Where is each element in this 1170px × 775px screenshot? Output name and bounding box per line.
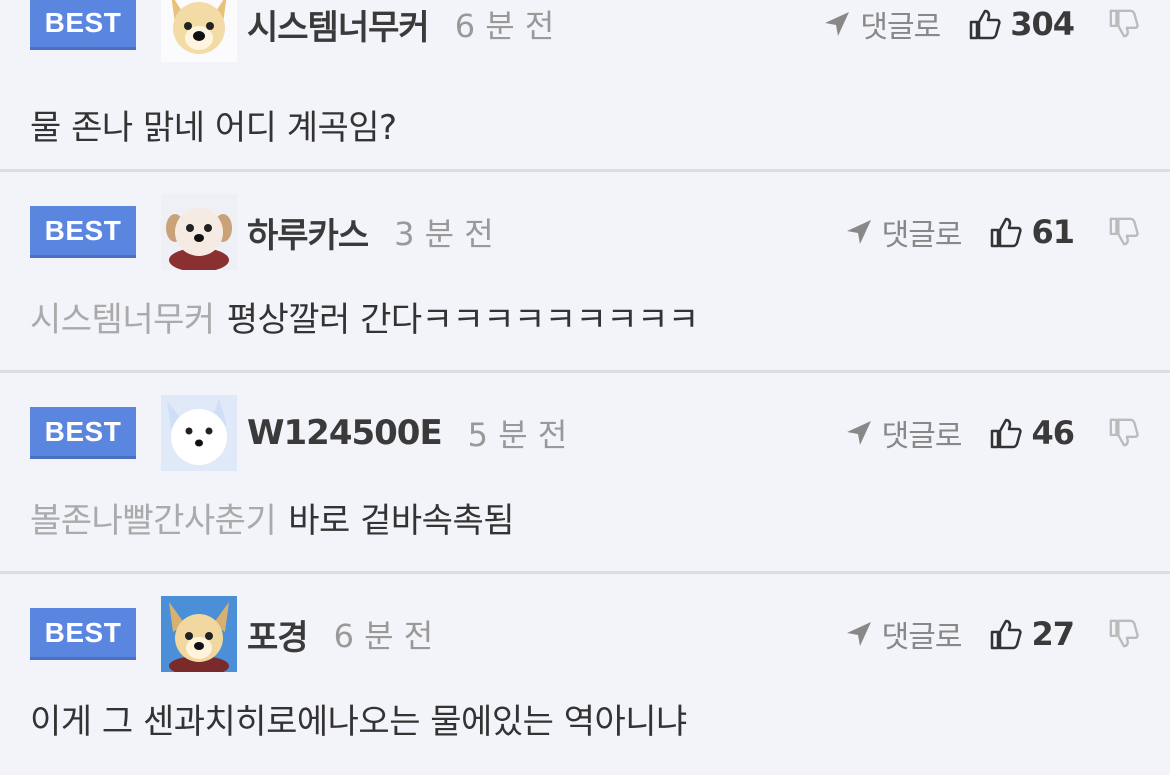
like-count: 304 [1010, 5, 1075, 43]
thumbs-up-icon [991, 217, 1023, 248]
reply-label: 댓글로 [860, 10, 941, 45]
reply-label: 댓글로 [881, 620, 963, 655]
like-button[interactable]: 27 [989, 615, 1075, 653]
thumbs-down-icon [1109, 217, 1139, 246]
thumbs-down-icon [1109, 9, 1139, 38]
thumbs-up-icon [969, 9, 1001, 40]
comment-text: 바로 겉바속촉됨 [288, 501, 515, 541]
comment-item: BEST W124500E 5 분 전 댓글로 46 볼존나빨간사춘기 바로 겉… [0, 373, 1170, 574]
reply-button[interactable]: 댓글로 [844, 411, 962, 455]
timestamp: 6 분 전 [454, 7, 555, 45]
timestamp: 6 분 전 [333, 617, 434, 655]
nickname[interactable]: W124500E [247, 413, 443, 453]
comment-body: 볼존나빨간사춘기 바로 겉바속촉됨 [30, 493, 1140, 542]
dislike-button[interactable] [1108, 417, 1140, 449]
avatar[interactable] [161, 194, 237, 270]
comment-item: BEST 하루카스 3 분 전 댓글로 61 시스템너무커 평상깔러 간다ㅋㅋㅋ… [0, 172, 1170, 373]
like-button[interactable]: 61 [989, 213, 1075, 251]
reply-label: 댓글로 [881, 218, 963, 253]
avatar[interactable] [161, 395, 237, 471]
like-button[interactable]: 46 [989, 414, 1075, 452]
comment-header: BEST 시스템너무커 6 분 전 댓글로 304 [30, 0, 1140, 62]
reply-button[interactable]: 댓글로 [844, 210, 962, 254]
like-count: 46 [1031, 414, 1075, 452]
mention[interactable]: 볼존나빨간사춘기 [30, 501, 277, 541]
timestamp: 3 분 전 [394, 215, 494, 253]
timestamp: 5 분 전 [467, 416, 568, 454]
comment-body: 시스템너무커 평상깔러 간다ㅋㅋㅋㅋㅋㅋㅋㅋㅋ [30, 292, 1140, 341]
comment-body: 물 존나 맑네 어디 계곡임? [30, 100, 1140, 149]
comment-list: BEST 시스템너무커 6 분 전 댓글로 304 물 존나 맑네 어디 계곡임… [0, 0, 1170, 775]
best-badge: BEST [30, 206, 136, 258]
comment-text: 평상깔러 간다ㅋㅋㅋㅋㅋㅋㅋㅋㅋ [226, 300, 700, 340]
avatar[interactable] [161, 0, 237, 62]
reply-button[interactable]: 댓글로 [844, 612, 962, 656]
send-arrow-icon [846, 622, 871, 646]
comment-header: BEST 포경 6 분 전 댓글로 27 [30, 596, 1140, 672]
mention[interactable]: 시스템너무커 [30, 300, 215, 340]
nickname[interactable]: 시스템너무커 [247, 0, 430, 49]
send-arrow-icon [825, 12, 850, 36]
comment-header: BEST W124500E 5 분 전 댓글로 46 [30, 395, 1140, 471]
nickname[interactable]: 포경 [247, 610, 309, 659]
comment-text: 물 존나 맑네 어디 계곡임? [30, 108, 397, 148]
comment-header: BEST 하루카스 3 분 전 댓글로 61 [30, 194, 1140, 270]
like-count: 61 [1031, 213, 1075, 251]
like-button[interactable]: 304 [968, 5, 1075, 43]
nickname[interactable]: 하루카스 [247, 208, 369, 257]
comment-body: 이게 그 센과치히로에나오는 물에있는 역아니냐 [30, 694, 1140, 743]
thumbs-down-icon [1109, 418, 1139, 447]
dislike-button[interactable] [1108, 618, 1140, 650]
dislike-button[interactable] [1108, 216, 1140, 248]
comment-item: BEST 포경 6 분 전 댓글로 27 이게 그 센과치히로에나오는 물에있는… [0, 574, 1170, 775]
best-badge: BEST [30, 608, 136, 660]
thumbs-up-icon [991, 418, 1023, 449]
send-arrow-icon [846, 421, 871, 445]
dislike-button[interactable] [1108, 8, 1140, 40]
reply-label: 댓글로 [881, 419, 963, 454]
best-badge: BEST [30, 407, 136, 459]
comment-item: BEST 시스템너무커 6 분 전 댓글로 304 물 존나 맑네 어디 계곡임… [0, 0, 1170, 172]
best-badge: BEST [30, 0, 136, 50]
comment-text: 이게 그 센과치히로에나오는 물에있는 역아니냐 [30, 702, 687, 742]
thumbs-up-icon [991, 619, 1023, 650]
reply-button[interactable]: 댓글로 [822, 2, 941, 46]
send-arrow-icon [846, 220, 871, 244]
avatar[interactable] [161, 596, 237, 672]
like-count: 27 [1031, 615, 1075, 653]
thumbs-down-icon [1109, 619, 1139, 648]
